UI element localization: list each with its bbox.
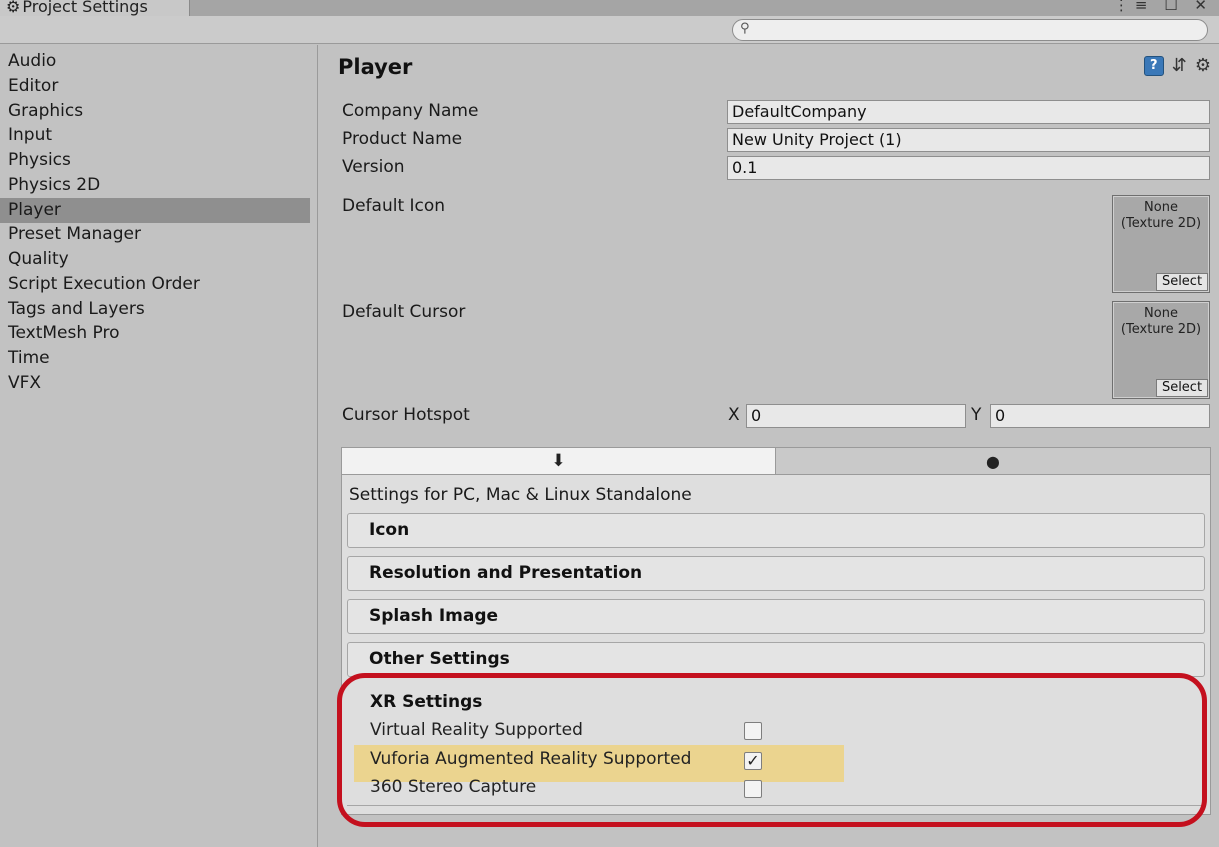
default-cursor-texture-slot[interactable]: None (Texture 2D) Select xyxy=(1112,301,1210,399)
search-input[interactable]: ⚲ xyxy=(732,19,1208,41)
texture-slot-text: None (Texture 2D) xyxy=(1120,306,1202,337)
window-title: Project Settings xyxy=(22,0,148,16)
virtual-reality-supported-checkbox[interactable] xyxy=(744,722,762,740)
section-xr-settings[interactable]: XR Settings xyxy=(370,692,482,712)
android-icon: ⬤ xyxy=(986,455,1000,469)
stereo-capture-checkbox[interactable] xyxy=(744,780,762,798)
hotspot-x-field[interactable]: 0 xyxy=(746,404,966,428)
sidebar-item-player[interactable]: Player xyxy=(0,198,310,223)
sidebar-item-audio[interactable]: Audio xyxy=(0,49,310,74)
page-title: Player xyxy=(338,55,413,79)
texture-slot-text: None (Texture 2D) xyxy=(1120,200,1202,231)
version-field[interactable]: 0.1 xyxy=(727,156,1210,180)
default-cursor-label: Default Cursor xyxy=(342,302,466,322)
section-splash-image[interactable]: Splash Image xyxy=(347,599,1205,634)
settings-sidebar: Audio Editor Graphics Input Physics Phys… xyxy=(0,45,318,847)
sidebar-item-script-execution-order[interactable]: Script Execution Order xyxy=(0,272,310,297)
hotspot-y-field[interactable]: 0 xyxy=(990,404,1210,428)
sidebar-item-tags-and-layers[interactable]: Tags and Layers xyxy=(0,297,310,322)
default-cursor-select-button[interactable]: Select xyxy=(1156,379,1208,397)
sidebar-item-quality[interactable]: Quality xyxy=(0,247,310,272)
default-icon-label: Default Icon xyxy=(342,196,446,216)
company-name-field[interactable]: DefaultCompany xyxy=(727,100,1210,124)
gear-icon[interactable]: ⚙ xyxy=(1195,55,1211,76)
cursor-hotspot-label: Cursor Hotspot xyxy=(342,405,470,425)
project-settings-tab[interactable]: ⚙ Project Settings xyxy=(0,0,190,16)
section-other-settings[interactable]: Other Settings xyxy=(347,642,1205,677)
search-icon: ⚲ xyxy=(740,21,750,36)
sidebar-item-textmesh-pro[interactable]: TextMesh Pro xyxy=(0,321,310,346)
window-tab-bar: ⚙ Project Settings ⋮≡ ☐ ✕ xyxy=(0,0,1219,16)
window-controls[interactable]: ⋮≡ ☐ ✕ xyxy=(1114,0,1213,14)
search-toolbar: ⚲ xyxy=(0,16,1219,44)
sidebar-item-input[interactable]: Input xyxy=(0,123,310,148)
sidebar-item-vfx[interactable]: VFX xyxy=(0,371,310,396)
vuforia-ar-supported-checkbox[interactable]: ✓ xyxy=(744,752,762,770)
section-icon[interactable]: Icon xyxy=(347,513,1205,548)
version-label: Version xyxy=(342,157,405,177)
tab-android[interactable]: ⬤ xyxy=(776,448,1210,475)
hotspot-y-label: Y xyxy=(971,405,982,425)
player-settings-panel: Player ? ⇵ ⚙ Company Name DefaultCompany… xyxy=(319,45,1219,847)
sidebar-item-preset-manager[interactable]: Preset Manager xyxy=(0,222,310,247)
sidebar-item-physics-2d[interactable]: Physics 2D xyxy=(0,173,310,198)
platform-title: Settings for PC, Mac & Linux Standalone xyxy=(349,485,692,505)
platform-settings-panel: ⬇ ⬤ Settings for PC, Mac & Linux Standal… xyxy=(341,447,1211,815)
company-name-label: Company Name xyxy=(342,101,479,121)
sidebar-item-physics[interactable]: Physics xyxy=(0,148,310,173)
preset-icon[interactable]: ⇵ xyxy=(1172,55,1187,76)
divider xyxy=(347,805,1205,806)
hotspot-x-label: X xyxy=(728,405,740,425)
section-resolution-and-presentation[interactable]: Resolution and Presentation xyxy=(347,556,1205,591)
download-arrow-icon: ⬇ xyxy=(551,451,566,471)
sidebar-item-editor[interactable]: Editor xyxy=(0,74,310,99)
vuforia-ar-supported-label: Vuforia Augmented Reality Supported xyxy=(370,749,692,769)
help-icon[interactable]: ? xyxy=(1143,55,1164,76)
product-name-label: Product Name xyxy=(342,129,463,149)
sidebar-item-graphics[interactable]: Graphics xyxy=(0,99,310,124)
sidebar-item-time[interactable]: Time xyxy=(0,346,310,371)
default-icon-select-button[interactable]: Select xyxy=(1156,273,1208,291)
default-icon-texture-slot[interactable]: None (Texture 2D) Select xyxy=(1112,195,1210,293)
header-icons: ? ⇵ ⚙ xyxy=(1143,55,1211,76)
settings-gear-icon: ⚙ xyxy=(6,0,21,16)
product-name-field[interactable]: New Unity Project (1) xyxy=(727,128,1210,152)
tab-standalone[interactable]: ⬇ xyxy=(342,448,776,475)
stereo-capture-label: 360 Stereo Capture xyxy=(370,777,537,797)
virtual-reality-supported-label: Virtual Reality Supported xyxy=(370,720,583,740)
